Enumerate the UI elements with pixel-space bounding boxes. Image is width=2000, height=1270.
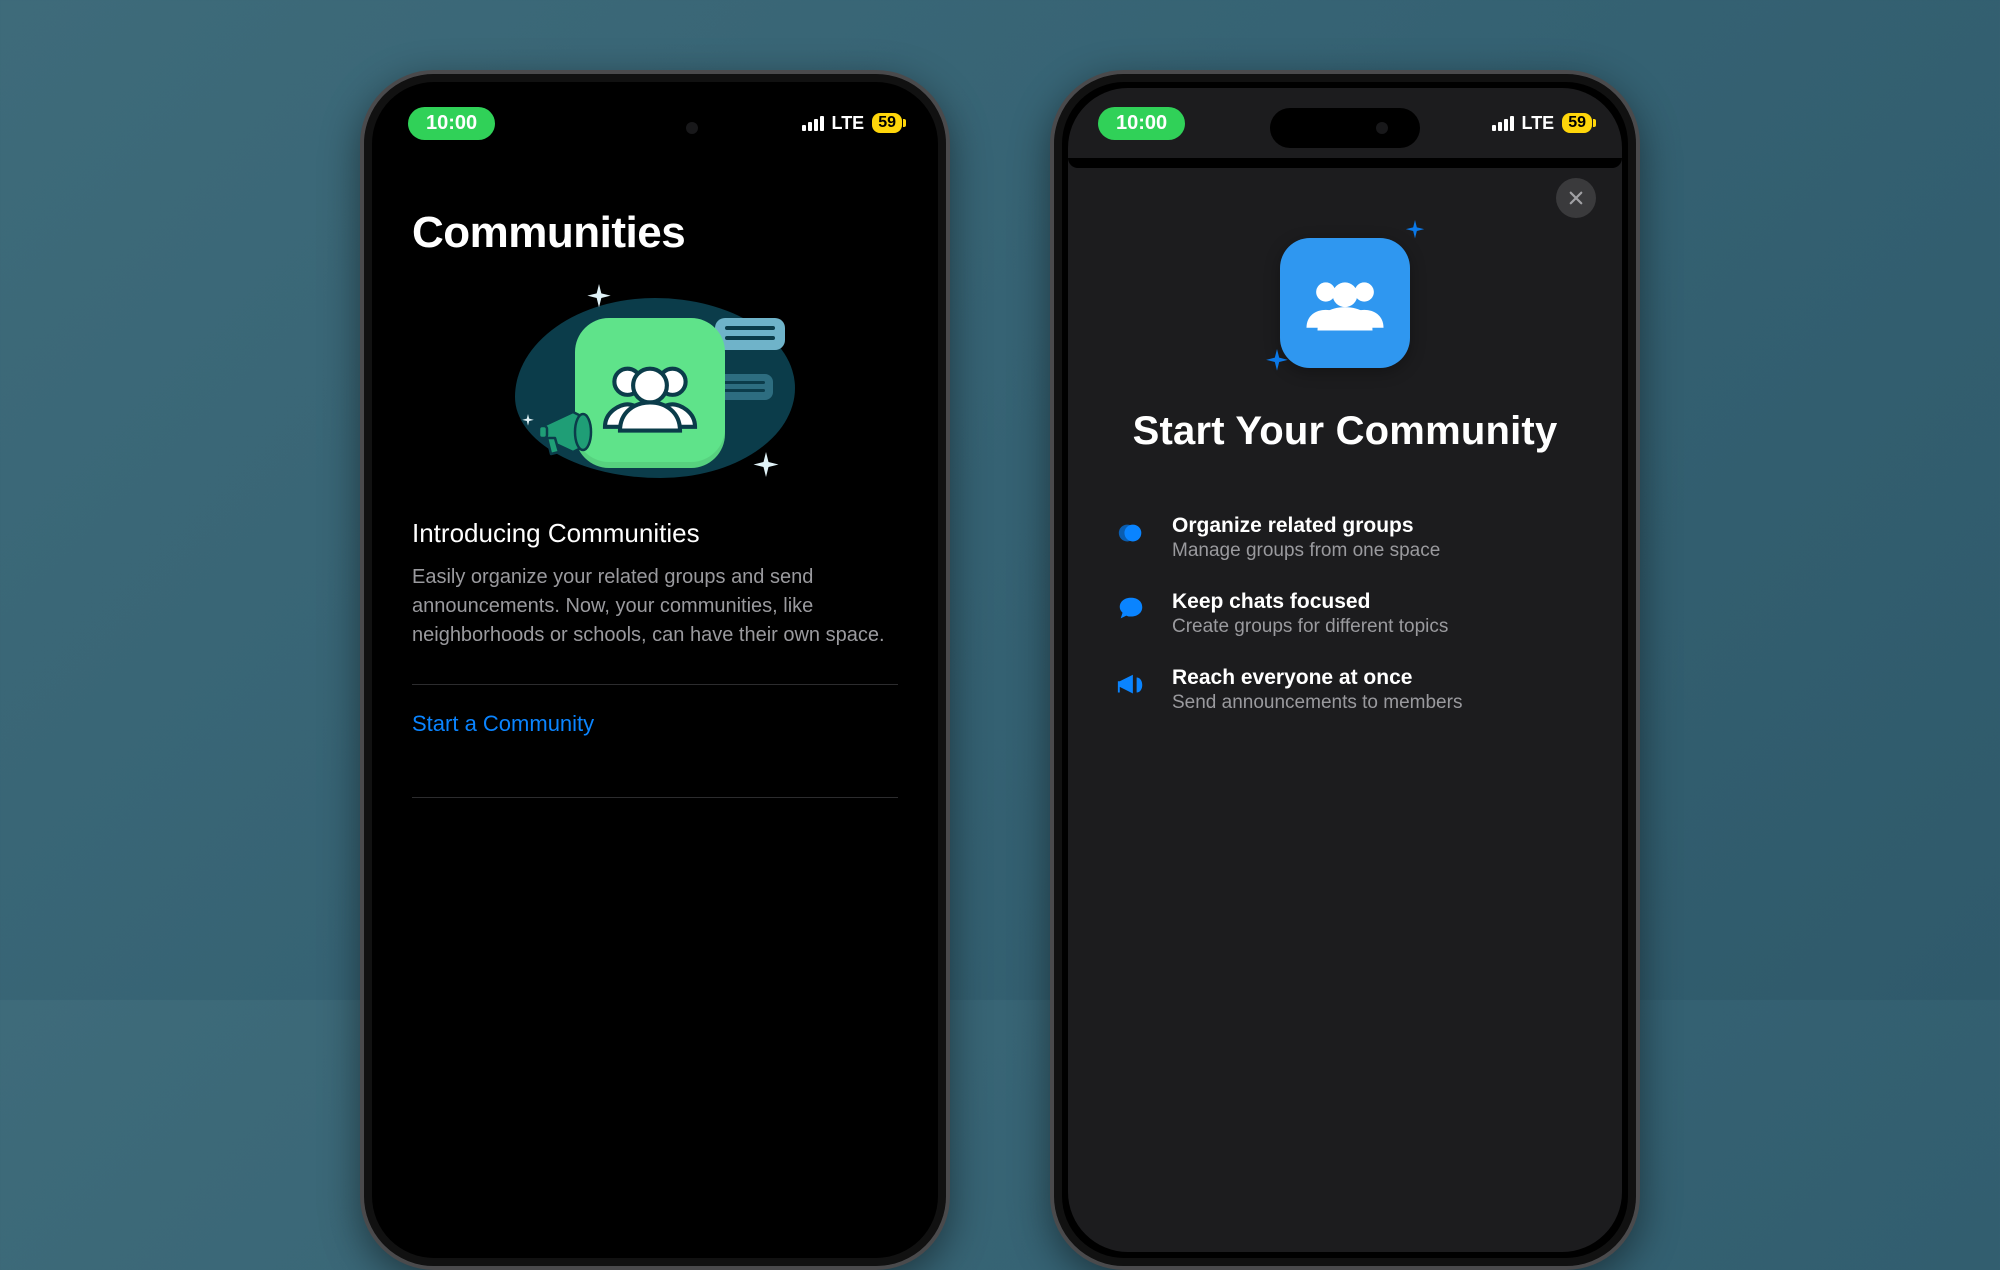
dynamic-island [580,108,730,148]
phone-side-button [1050,244,1053,284]
screen: 10:00 LTE 59 Communities [378,88,932,1252]
communities-intro: Communities [378,188,932,798]
megaphone-icon [533,402,603,462]
chat-bubble-icon [1114,592,1148,626]
network-label: LTE [832,113,865,134]
signal-icon [1492,116,1514,131]
feature-desc: Manage groups from one space [1172,540,1440,562]
screen: 10:00 LTE 59 [1068,88,1622,1252]
signal-icon [802,116,824,131]
phone-side-button [360,314,363,384]
intro-body: Easily organize your related groups and … [412,563,898,650]
sheet-title: Start Your Community [1114,408,1576,454]
chat-bubble-icon [715,318,785,350]
communities-illustration [412,288,898,488]
start-community-link[interactable]: Start a Community [412,685,898,763]
phone-left: 10:00 LTE 59 Communities [360,70,950,1270]
phone-side-button [947,324,950,434]
status-right: LTE 59 [802,113,902,134]
start-community-sheet: Start Your Community Organize related gr… [1068,238,1622,742]
phone-side-button [1050,404,1053,474]
status-time-pill[interactable]: 10:00 [1098,107,1185,140]
status-right: LTE 59 [1492,113,1592,134]
feature-row: Organize related groups Manage groups fr… [1114,514,1576,562]
close-button[interactable] [1556,178,1596,218]
dynamic-island [1270,108,1420,148]
phone-side-button [360,404,363,474]
sheet-backdrop [1068,158,1622,168]
feature-row: Keep chats focused Create groups for dif… [1114,590,1576,638]
phone-right: 10:00 LTE 59 [1050,70,1640,1270]
feature-list: Organize related groups Manage groups fr… [1114,514,1576,714]
phone-side-button [360,244,363,284]
group-icon [1280,238,1410,368]
feature-title: Organize related groups [1172,514,1440,538]
close-icon [1567,189,1585,207]
feature-row: Reach everyone at once Send announcement… [1114,666,1576,714]
page-title: Communities [412,208,898,258]
stacked-circles-icon [1114,516,1148,550]
comparison-stage: 10:00 LTE 59 Communities [0,0,2000,1000]
phone-side-button [1050,314,1053,384]
battery-icon: 59 [872,113,902,133]
phone-side-button [1637,324,1640,434]
feature-desc: Send announcements to members [1172,692,1462,714]
intro-subhead: Introducing Communities [412,518,898,549]
battery-icon: 59 [1562,113,1592,133]
status-time-pill[interactable]: 10:00 [408,107,495,140]
network-label: LTE [1522,113,1555,134]
feature-title: Keep chats focused [1172,590,1448,614]
divider [412,797,898,798]
feature-title: Reach everyone at once [1172,666,1462,690]
feature-desc: Create groups for different topics [1172,616,1448,638]
megaphone-icon [1114,668,1148,702]
